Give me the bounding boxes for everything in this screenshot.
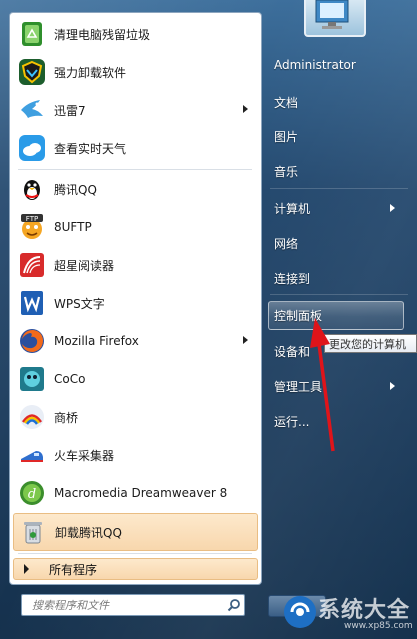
program-item[interactable]: 火车采集器 (13, 437, 258, 473)
search-icon[interactable] (224, 598, 244, 612)
program-label: 8UFTP (54, 220, 92, 234)
computer-link[interactable]: 计算机 (274, 200, 310, 217)
program-label: WPS文字 (54, 296, 105, 311)
submenu-arrow-icon (390, 204, 395, 212)
program-item[interactable]: 腾讯QQ (13, 171, 258, 207)
recycle-icon (17, 19, 47, 49)
program-label: 强力卸载软件 (54, 65, 127, 80)
program-item[interactable]: 迅雷7 (13, 92, 258, 128)
ssreader-icon (17, 250, 47, 280)
program-item-selected[interactable]: 卸载腾讯QQ (13, 513, 258, 551)
firefox-icon (17, 326, 47, 356)
user-name-link[interactable]: Administrator (274, 58, 356, 72)
watermark-text: 系统大全 (318, 598, 411, 623)
triangle-right-icon (24, 564, 29, 574)
program-label: 迅雷7 (54, 103, 86, 118)
search-input[interactable]: 搜索程序和文件 (21, 594, 245, 616)
program-label: 卸载腾讯QQ (55, 525, 122, 540)
program-list-pane: 清理电脑残留垃圾 强力卸载软件 迅雷7 查看实时天气 腾讯QQ FTP 8UFT… (9, 12, 262, 585)
all-programs-label: 所有程序 (49, 562, 98, 577)
separator (270, 294, 408, 295)
shield-uninstall-icon (17, 57, 47, 87)
music-link[interactable]: 音乐 (274, 163, 298, 180)
program-label: CoCo (54, 372, 86, 386)
thunder-bird-icon (17, 95, 47, 125)
svg-text:FTP: FTP (26, 215, 38, 223)
submenu-arrow-icon (243, 336, 248, 344)
trash-bin-icon (18, 517, 48, 547)
program-label: Mozilla Firefox (54, 334, 139, 348)
coco-icon (17, 364, 47, 394)
shutdown-button[interactable] (268, 595, 326, 617)
submenu-arrow-icon (243, 105, 248, 113)
program-label: 腾讯QQ (54, 182, 97, 197)
rainbow-bridge-icon (17, 402, 47, 432)
separator (18, 169, 252, 170)
svg-text:d: d (28, 487, 36, 502)
program-item[interactable]: FTP 8UFTP (13, 209, 258, 245)
program-item[interactable]: 超星阅读器 (13, 247, 258, 283)
computer-picture-icon (315, 0, 349, 29)
program-label: 商桥 (54, 410, 79, 425)
program-item[interactable]: CoCo (13, 361, 258, 397)
program-label: Macromedia Dreamweaver 8 (54, 486, 228, 500)
qq-penguin-icon (17, 174, 47, 204)
connect-to-link[interactable]: 连接到 (274, 270, 310, 287)
program-item[interactable]: WPS文字 (13, 285, 258, 321)
program-label: 清理电脑残留垃圾 (54, 27, 151, 42)
train-icon (17, 440, 47, 470)
ftp-face-icon: FTP (17, 212, 47, 242)
weather-cloud-icon (17, 133, 47, 163)
separator (18, 553, 252, 554)
user-picture[interactable] (304, 0, 366, 37)
program-item[interactable]: 清理电脑残留垃圾 (13, 16, 258, 52)
all-programs-button[interactable]: 所有程序 (13, 558, 258, 580)
program-item[interactable]: 强力卸载软件 (13, 54, 258, 90)
annotation-arrow-icon (310, 318, 335, 452)
search-placeholder: 搜索程序和文件 (32, 599, 109, 612)
submenu-arrow-icon (390, 382, 395, 390)
separator (270, 188, 408, 189)
pictures-link[interactable]: 图片 (274, 128, 298, 145)
program-item[interactable]: d Macromedia Dreamweaver 8 (13, 475, 258, 511)
documents-link[interactable]: 文档 (274, 94, 298, 111)
program-item[interactable]: Mozilla Firefox (13, 323, 258, 359)
dreamweaver-icon: d (17, 478, 47, 508)
program-label: 查看实时天气 (54, 141, 127, 156)
watermark-url: www.xp85.com (344, 621, 413, 631)
program-item[interactable]: 商桥 (13, 399, 258, 435)
program-label: 超星阅读器 (54, 258, 115, 273)
start-menu: 清理电脑残留垃圾 强力卸载软件 迅雷7 查看实时天气 腾讯QQ FTP 8UFT… (0, 0, 417, 639)
wps-writer-icon (17, 288, 47, 318)
network-link[interactable]: 网络 (274, 235, 298, 252)
program-label: 火车采集器 (54, 448, 115, 463)
program-item[interactable]: 查看实时天气 (13, 130, 258, 166)
